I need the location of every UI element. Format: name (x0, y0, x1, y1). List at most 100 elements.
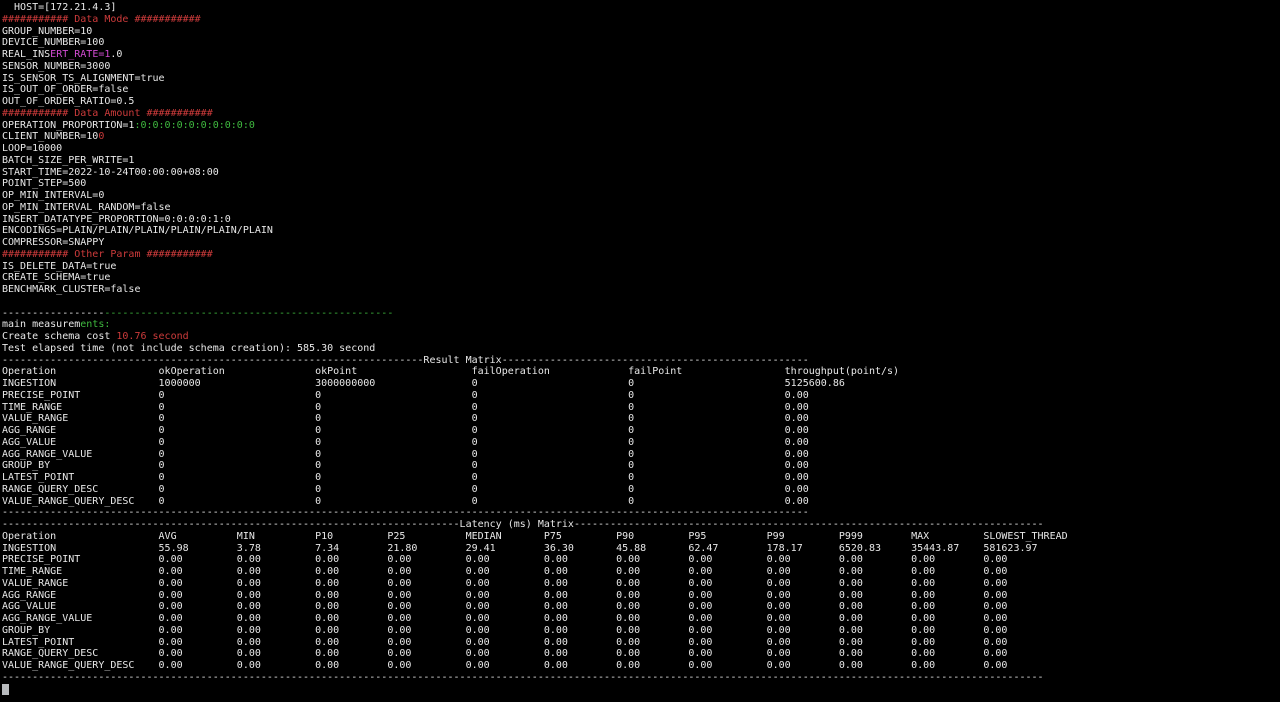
latency-matrix-row: AGG_RANGE_VALUE 0.00 0.00 0.00 0.00 0.00… (2, 613, 1280, 625)
text-segment: CREATE_SCHEMA=true (2, 272, 110, 283)
text-segment: AGG_RANGE_VALUE 0.00 0.00 0.00 0.00 0.00… (2, 613, 1007, 624)
config-line: HOST=[172.21.4.3] (2, 2, 1280, 14)
text-segment: main measurem (2, 319, 80, 330)
latency-matrix-row: PRECISE_POINT 0.00 0.00 0.00 0.00 0.00 0… (2, 554, 1280, 566)
text-segment: IS_SENSOR_TS_ALIGNMENT=true (2, 73, 165, 84)
cursor-line (2, 684, 1280, 696)
config-line: OPERATION_PROPORTION=1:0:0:0:0:0:0:0:0:0… (2, 120, 1280, 132)
terminal-screen[interactable]: HOST=[172.21.4.3]########### Data Mode #… (0, 0, 1280, 702)
text-segment: COMPRESSOR=SNAPPY (2, 237, 104, 248)
config-line: DEVICE_NUMBER=100 (2, 37, 1280, 49)
result-matrix-row: AGG_VALUE 0 0 0 0 0.00 (2, 437, 1280, 449)
result-matrix-row: AGG_RANGE_VALUE 0 0 0 0 0.00 (2, 449, 1280, 461)
text-segment: VALUE_RANGE_QUERY_DESC 0.00 0.00 0.00 0.… (2, 660, 1007, 671)
text-segment: BATCH_SIZE_PER_WRITE=1 (2, 155, 134, 166)
config-line (2, 296, 1280, 308)
result-matrix-row: PRECISE_POINT 0 0 0 0 0.00 (2, 390, 1280, 402)
config-line: BENCHMARK_CLUSTER=false (2, 284, 1280, 296)
text-segment: ########### Other Param ########### (2, 249, 213, 260)
text-segment: VALUE_RANGE 0.00 0.00 0.00 0.00 0.00 0.0… (2, 578, 1007, 589)
text-segment: OP_MIN_INTERVAL_RANDOM=false (2, 202, 171, 213)
config-line: COMPRESSOR=SNAPPY (2, 237, 1280, 249)
config-line: ENCODINGS=PLAIN/PLAIN/PLAIN/PLAIN/PLAIN/… (2, 225, 1280, 237)
config-line: IS_DELETE_DATA=true (2, 261, 1280, 273)
text-segment: Create schema cost (2, 331, 116, 342)
config-line: ----------------------------------------… (2, 308, 1280, 320)
config-line: CLIENT_NUMBER=100 (2, 131, 1280, 143)
text-segment: LATEST_POINT 0.00 0.00 0.00 0.00 0.00 0.… (2, 637, 1007, 648)
text-segment: LATEST_POINT 0 0 0 0 0.00 (2, 472, 809, 483)
text-segment: TIME_RANGE 0 0 0 0 0.00 (2, 402, 809, 413)
latency-matrix-row: AGG_RANGE 0.00 0.00 0.00 0.00 0.00 0.00 … (2, 590, 1280, 602)
config-line: IS_SENSOR_TS_ALIGNMENT=true (2, 73, 1280, 85)
latency-matrix-row: VALUE_RANGE_QUERY_DESC 0.00 0.00 0.00 0.… (2, 660, 1280, 672)
text-segment: ----------------------------------------… (2, 672, 1044, 683)
result-matrix-title-separator: ----------------------------------------… (2, 355, 1280, 367)
terminal-cursor (2, 684, 9, 695)
latency-matrix-row: AGG_VALUE 0.00 0.00 0.00 0.00 0.00 0.00 … (2, 601, 1280, 613)
text-segment: BENCHMARK_CLUSTER=false (2, 284, 140, 295)
text-segment: IS_DELETE_DATA=true (2, 261, 116, 272)
config-line: OP_MIN_INTERVAL=0 (2, 190, 1280, 202)
config-line: BATCH_SIZE_PER_WRITE=1 (2, 155, 1280, 167)
text-segment: Operation AVG MIN P10 P25 MEDIAN P75 P90… (2, 531, 1068, 542)
result-matrix-row: GROUP_BY 0 0 0 0 0.00 (2, 460, 1280, 472)
text-segment: ########### Data Amount ########### (2, 108, 213, 119)
text-segment: AGG_VALUE 0 0 0 0 0.00 (2, 437, 809, 448)
config-line: POINT_STEP=500 (2, 178, 1280, 190)
text-segment: CLIENT_NUMBER=10 (2, 131, 98, 142)
text-segment: VALUE_RANGE_QUERY_DESC 0 0 0 0 0.00 (2, 496, 809, 507)
config-line: ########### Data Amount ########### (2, 108, 1280, 120)
text-segment: GROUP_BY 0.00 0.00 0.00 0.00 0.00 0.00 0… (2, 625, 1007, 636)
config-line: Create schema cost 10.76 second (2, 331, 1280, 343)
text-segment: REAL_INS (2, 49, 50, 60)
result-matrix-row: INGESTION 1000000 3000000000 0 0 5125600… (2, 378, 1280, 390)
latency-matrix-row: TIME_RANGE 0.00 0.00 0.00 0.00 0.00 0.00… (2, 566, 1280, 578)
text-segment: ents: (80, 319, 110, 330)
result-matrix-header-row: Operation okOperation okPoint failOperat… (2, 366, 1280, 378)
text-segment: ----------------------------------------… (2, 355, 809, 366)
latency-matrix-title-separator: ----------------------------------------… (2, 519, 1280, 531)
text-segment: ENCODINGS=PLAIN/PLAIN/PLAIN/PLAIN/PLAIN/… (2, 225, 273, 236)
text-segment: PRECISE_POINT 0.00 0.00 0.00 0.00 0.00 0… (2, 554, 1007, 565)
text-segment: AGG_RANGE 0.00 0.00 0.00 0.00 0.00 0.00 … (2, 590, 1007, 601)
text-segment: START_TIME=2022-10-24T00:00:00+08:00 (2, 167, 219, 178)
config-line: START_TIME=2022-10-24T00:00:00+08:00 (2, 167, 1280, 179)
text-segment: OP_MIN_INTERVAL=0 (2, 190, 104, 201)
config-line: OUT_OF_ORDER_RATIO=0.5 (2, 96, 1280, 108)
text-segment: ----------------------------------------… (2, 519, 1044, 530)
config-line: LOOP=10000 (2, 143, 1280, 155)
text-segment: VALUE_RANGE 0 0 0 0 0.00 (2, 413, 809, 424)
config-line: OP_MIN_INTERVAL_RANDOM=false (2, 202, 1280, 214)
latency-matrix-header-row: Operation AVG MIN P10 P25 MEDIAN P75 P90… (2, 531, 1280, 543)
text-segment: INSERT_DATATYPE_PROPORTION=0:0:0:0:1:0 (2, 214, 231, 225)
text-segment: INGESTION 55.98 3.78 7.34 21.80 29.41 36… (2, 543, 1038, 554)
latency-matrix-row: VALUE_RANGE 0.00 0.00 0.00 0.00 0.00 0.0… (2, 578, 1280, 590)
latency-matrix-row: GROUP_BY 0.00 0.00 0.00 0.00 0.00 0.00 0… (2, 625, 1280, 637)
result-matrix-row: VALUE_RANGE_QUERY_DESC 0 0 0 0 0.00 (2, 496, 1280, 508)
config-line: ########### Other Param ########### (2, 249, 1280, 261)
config-line: CREATE_SCHEMA=true (2, 272, 1280, 284)
text-segment: Operation okOperation okPoint failOperat… (2, 366, 899, 377)
config-line: REAL_INSERT_RATE=1.0 (2, 49, 1280, 61)
config-line: Test elapsed time (not include schema cr… (2, 343, 1280, 355)
config-line: main measurements: (2, 319, 1280, 331)
text-segment: :0:0:0:0:0:0:0:0:0:0 (134, 120, 254, 131)
footer-separator: ----------------------------------------… (2, 672, 1280, 684)
latency-matrix-row: RANGE_QUERY_DESC 0.00 0.00 0.00 0.00 0.0… (2, 648, 1280, 660)
text-segment: 10.76 second (116, 331, 188, 342)
config-line: IS_OUT_OF_ORDER=false (2, 84, 1280, 96)
text-segment: INGESTION 1000000 3000000000 0 0 5125600… (2, 378, 845, 389)
result-matrix-row: RANGE_QUERY_DESC 0 0 0 0 0.00 (2, 484, 1280, 496)
text-segment: AGG_RANGE 0 0 0 0 0.00 (2, 425, 809, 436)
text-segment: DEVICE_NUMBER=100 (2, 37, 104, 48)
text-segment: ----------------------------------------… (2, 507, 809, 518)
config-line: ########### Data Mode ########### (2, 14, 1280, 26)
text-segment: 0 (98, 131, 104, 142)
text-segment: RANGE_QUERY_DESC 0 0 0 0 0.00 (2, 484, 809, 495)
result-matrix-row: LATEST_POINT 0 0 0 0 0.00 (2, 472, 1280, 484)
text-segment: IS_OUT_OF_ORDER=false (2, 84, 128, 95)
text-segment: ----------------- (2, 308, 104, 319)
text-segment: SENSOR_NUMBER=3000 (2, 61, 110, 72)
text-segment: AGG_RANGE_VALUE 0 0 0 0 0.00 (2, 449, 809, 460)
